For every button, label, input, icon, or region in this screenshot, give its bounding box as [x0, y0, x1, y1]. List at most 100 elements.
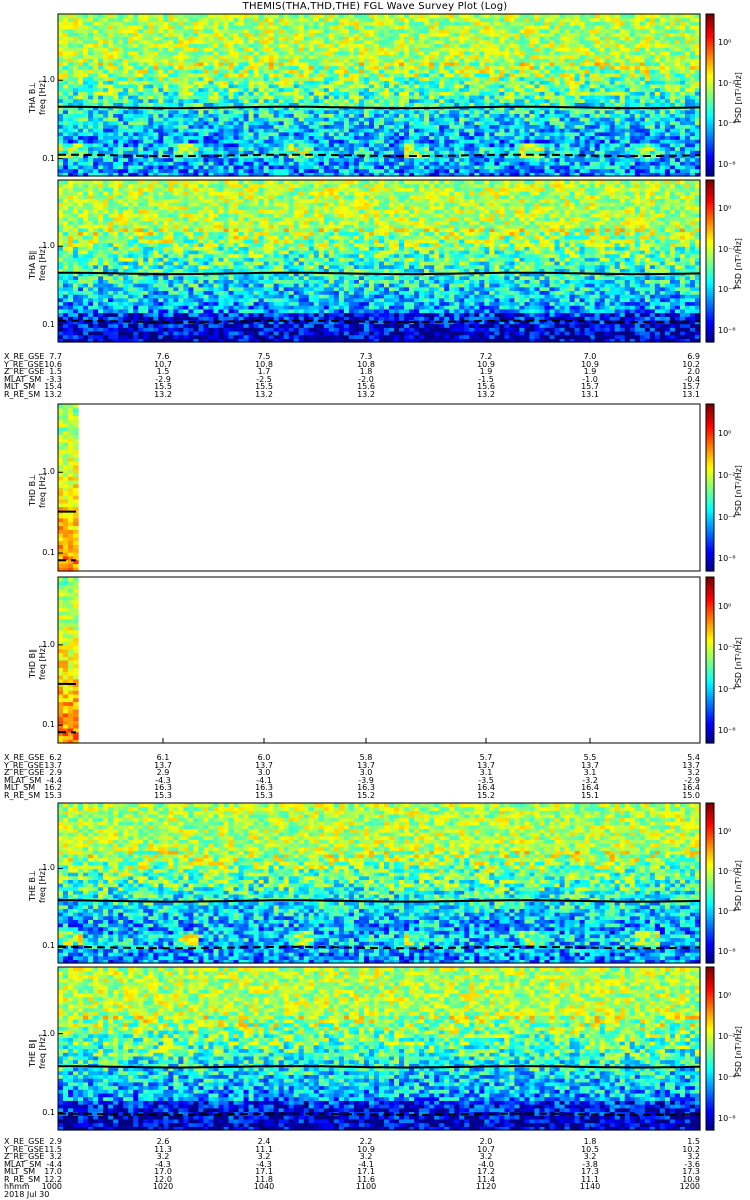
- spectrogram-cell: [123, 51, 129, 55]
- spectrogram-cell: [153, 29, 159, 33]
- spectrogram-cell: [58, 121, 64, 125]
- spectrogram-cell: [133, 73, 139, 77]
- spectrogram-cell: [68, 47, 74, 51]
- spectrogram-cell: [133, 62, 139, 66]
- spectrogram-cell: [163, 99, 169, 103]
- spectrogram-cell: [138, 139, 144, 143]
- spectrogram-cell: [98, 80, 104, 84]
- spectrogram-cell: [158, 147, 164, 151]
- spectrogram-cell: [68, 18, 74, 22]
- spectrogram-cell: [93, 121, 99, 125]
- spectrogram-cell: [128, 132, 134, 136]
- spectrogram-cell: [153, 169, 159, 173]
- spectrogram-cell: [103, 169, 109, 173]
- spectrogram-cell: [178, 29, 184, 33]
- spectrogram-cell: [128, 66, 134, 70]
- spectrogram-cell: [183, 139, 189, 143]
- spectrogram-cell: [118, 80, 124, 84]
- spectrogram-cell: [148, 66, 154, 70]
- spectrogram-cell: [103, 47, 109, 51]
- spectrogram-cell: [108, 51, 114, 55]
- spectrogram-cell: [183, 69, 189, 73]
- spectrogram-cell: [83, 165, 89, 169]
- spectrogram-cell: [118, 124, 124, 128]
- spectrogram-cell: [93, 43, 99, 47]
- spectrogram-cell: [168, 110, 174, 114]
- spectrogram-cell: [138, 77, 144, 81]
- spectrogram-cell: [143, 165, 149, 169]
- spectrogram-cell: [208, 154, 214, 158]
- spectrogram-cell: [93, 80, 99, 84]
- spectrogram-cell: [163, 161, 169, 165]
- spectrogram-cell: [198, 36, 204, 40]
- spectrogram-cell: [113, 66, 119, 70]
- spectrogram-cell: [58, 21, 64, 25]
- spectrogram-cell: [178, 62, 184, 66]
- spectrogram-cell: [133, 117, 139, 121]
- spectrogram-cell: [173, 62, 179, 66]
- spectrogram-cell: [143, 99, 149, 103]
- spectrogram-cell: [198, 117, 204, 121]
- spectrogram-cell: [143, 73, 149, 77]
- spectrogram-cell: [88, 55, 94, 59]
- spectrogram-cell: [183, 21, 189, 25]
- spectrogram-cell: [118, 58, 124, 62]
- spectrogram-cell: [168, 91, 174, 95]
- spectrogram-cell: [78, 32, 84, 36]
- spectrogram-cell: [68, 40, 74, 44]
- spectrogram-cell: [103, 43, 109, 47]
- spectrogram-cell: [188, 169, 194, 173]
- spectrogram-cell: [143, 58, 149, 62]
- spectrogram-cell: [103, 147, 109, 151]
- spectrogram-cell: [173, 14, 179, 18]
- spectrogram-cell: [98, 169, 104, 173]
- spectrogram-cell: [203, 77, 209, 81]
- spectrogram-cell: [88, 113, 94, 117]
- spectrogram-cell: [63, 91, 69, 95]
- spectrogram-cell: [68, 73, 74, 77]
- spectrogram-cell: [168, 51, 174, 55]
- spectrogram-cell: [173, 43, 179, 47]
- spectrogram-cell: [73, 117, 79, 121]
- spectrogram-cell: [58, 147, 64, 151]
- spectrogram-cell: [168, 169, 174, 173]
- spectrogram-cell: [193, 117, 199, 121]
- spectrogram-cell: [143, 69, 149, 73]
- spectrogram-cell: [83, 169, 89, 173]
- spectrogram-cell: [188, 55, 194, 59]
- spectrogram-cell: [93, 95, 99, 99]
- spectrogram-cell: [203, 14, 209, 18]
- spectrogram-cell: [73, 66, 79, 70]
- spectrogram-cell: [93, 165, 99, 169]
- spectrogram-cell: [83, 58, 89, 62]
- spectrogram-cell: [123, 43, 129, 47]
- spectrogram-cell: [83, 95, 89, 99]
- spectrogram-cell: [198, 158, 204, 162]
- spectrogram-cell: [168, 18, 174, 22]
- spectrogram-cell: [63, 25, 69, 29]
- spectrogram-cell: [63, 21, 69, 25]
- spectrogram-cell: [158, 47, 164, 51]
- spectrogram-cell: [133, 29, 139, 33]
- spectrogram-cell: [123, 58, 129, 62]
- spectrogram-cell: [148, 99, 154, 103]
- spectrogram-cell: [153, 110, 159, 114]
- spectrogram-cell: [78, 147, 84, 151]
- spectrogram-cell: [173, 91, 179, 95]
- spectrogram-cell: [73, 165, 79, 169]
- spectrogram-cell: [183, 128, 189, 132]
- spectrogram-cell: [133, 66, 139, 70]
- spectrogram-cell: [148, 110, 154, 114]
- spectrogram-cell: [63, 158, 69, 162]
- spectrogram-cell: [93, 124, 99, 128]
- spectrogram-cell: [163, 55, 169, 59]
- spectrogram-cell: [158, 29, 164, 33]
- spectrogram-cell: [143, 84, 149, 88]
- spectrogram-cell: [198, 121, 204, 125]
- spectrogram-cell: [108, 132, 114, 136]
- spectrogram-cell: [188, 66, 194, 70]
- spectrogram-cell: [188, 136, 194, 140]
- spectrogram-cell: [188, 73, 194, 77]
- spectrogram-cell: [203, 143, 209, 147]
- spectrogram-cell: [73, 95, 79, 99]
